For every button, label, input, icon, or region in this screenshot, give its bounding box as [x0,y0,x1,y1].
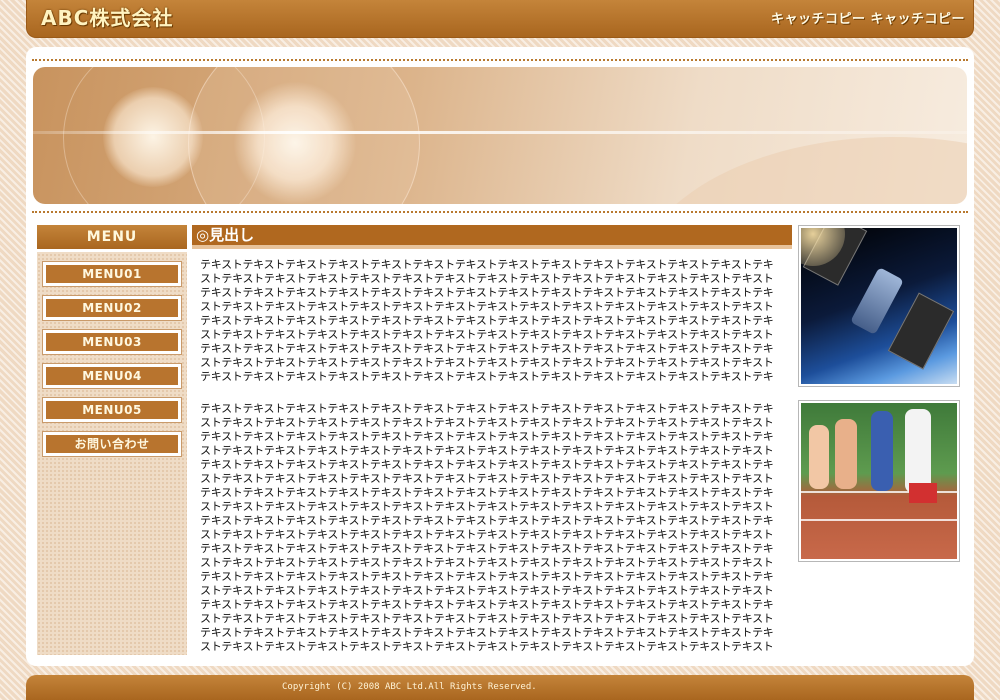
content-panel: MENU MENU01 MENU02 MENU03 MENU04 MENU05 … [26,47,974,666]
sidebar-menu: MENU MENU01 MENU02 MENU03 MENU04 MENU05 … [37,225,187,655]
section-heading: ◎見出し [192,225,792,249]
catch-copy: キャッチコピー キャッチコピー [770,12,965,27]
main-column: ◎見出し テキストテキストテキストテキストテキストテキストテキストテキストテキス… [192,225,792,654]
menu-title: MENU [37,225,187,252]
body-paragraph-2: テキストテキストテキストテキストテキストテキストテキストテキストテキストテキスト… [200,402,774,653]
runners-photo [798,400,960,562]
sidebar-item-menu01[interactable]: MENU01 [42,261,182,287]
divider-top [32,59,968,61]
divider-bottom [32,211,968,213]
hero-banner [33,67,967,204]
copyright-text: Copyright (C) 2008 ABC Ltd.All Rights Re… [282,682,537,692]
sidebar-item-contact[interactable]: お問い合わせ [42,431,182,457]
body-paragraph-1: テキストテキストテキストテキストテキストテキストテキストテキストテキストテキスト… [200,258,774,383]
satellite-photo [798,225,960,387]
site-header: ABC株式会社 キャッチコピー キャッチコピー [26,0,974,38]
sidebar-item-menu02[interactable]: MENU02 [42,295,182,321]
sidebar-item-menu03[interactable]: MENU03 [42,329,182,355]
sidebar-item-menu05[interactable]: MENU05 [42,397,182,423]
sidebar-item-menu04[interactable]: MENU04 [42,363,182,389]
site-footer: Copyright (C) 2008 ABC Ltd.All Rights Re… [26,675,974,700]
site-logo[interactable]: ABC株式会社 [41,2,173,31]
